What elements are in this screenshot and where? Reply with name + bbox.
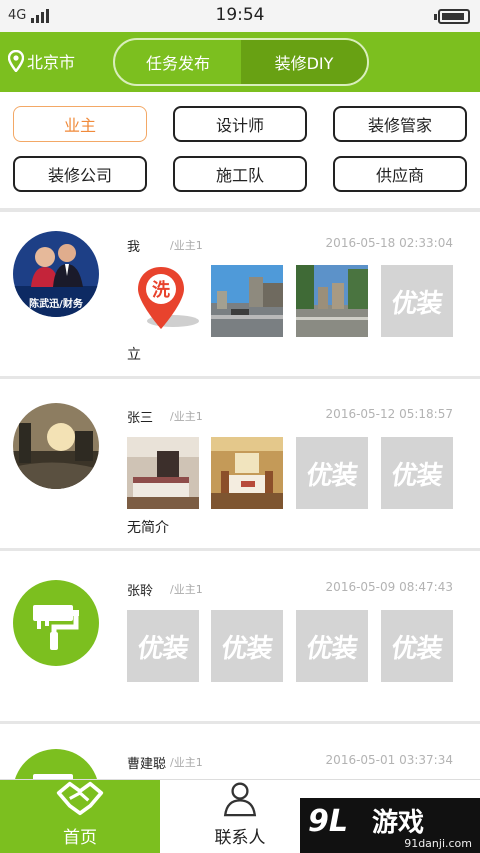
image-placeholder: 优装 [296, 610, 368, 682]
wash-location-image[interactable]: 洗 [127, 265, 199, 337]
image-placeholder: 优装 [127, 610, 199, 682]
post-author-name: 曹建聪 [127, 757, 167, 772]
feed-post[interactable]: 张聆 /业主1 2016-05-09 08:47:43 优装 优装 优装 优装 [0, 551, 480, 721]
post-author-role: /业主1 [170, 239, 203, 252]
paint-roller-icon [33, 774, 73, 779]
placeholder-logo: 优装 [389, 633, 444, 664]
post-photo[interactable] [211, 437, 283, 509]
tab-task-publish[interactable]: 任务发布 [115, 40, 241, 84]
battery-icon [434, 9, 470, 24]
post-photo[interactable] [211, 265, 283, 337]
role-filter-grid: 业主 设计师 装修管家 装修公司 施工队 供应商 [0, 92, 480, 208]
post-timestamp: 2016-05-12 05:18:57 [325, 407, 453, 421]
post-author-name: 张三 [127, 411, 154, 426]
location-pin-icon [8, 50, 24, 72]
post-author-role: /业主1 [170, 756, 203, 769]
post-timestamp: 2016-05-09 08:47:43 [325, 580, 453, 594]
site-watermark: 9L 游戏 91danji.com [300, 798, 480, 853]
watermark-logo: 9L [308, 804, 348, 839]
post-author-name: 张聆 [127, 584, 154, 599]
feed-post[interactable]: 张三 /业主1 2016-05-12 05:18:57 优装 优装 无简介 [0, 379, 480, 548]
photo-suite-image [211, 437, 283, 509]
avatar[interactable] [13, 403, 99, 489]
nav-home-label: 首页 [63, 828, 97, 848]
person-icon [223, 782, 257, 817]
nav-contacts[interactable]: 联系人 [160, 780, 320, 853]
post-author-role: /业主1 [170, 583, 203, 596]
photo-street-image [211, 265, 283, 337]
placeholder-logo: 优装 [135, 633, 190, 664]
avatar-caption: 陈武迅/财务 [29, 297, 84, 310]
feed-post[interactable]: 陈武迅/财务 我 /业主1 2016-05-18 02:33:04 洗 优装 立 [0, 212, 480, 376]
photo-bedroom-image [127, 437, 199, 509]
feed-post[interactable]: 曹建聪 /业主1 2016-05-01 03:37:34 [0, 724, 480, 779]
image-placeholder: 优装 [381, 437, 453, 509]
avatar[interactable] [13, 749, 99, 779]
role-company-button[interactable]: 装修公司 [13, 156, 147, 192]
photo-boulevard-image [296, 265, 368, 337]
post-author-name: 我 [127, 240, 141, 255]
image-placeholder: 优装 [296, 437, 368, 509]
image-placeholder: 优装 [381, 265, 453, 337]
tab-decoration-diy[interactable]: 装修DIY [241, 40, 367, 84]
placeholder-logo: 优装 [219, 633, 274, 664]
image-placeholder: 优装 [381, 610, 453, 682]
avatar[interactable]: 陈武迅/财务 [13, 231, 99, 317]
nav-contacts-label: 联系人 [214, 828, 266, 848]
city-selector[interactable]: 北京市 [8, 49, 75, 73]
status-bar: 4G 19:54 [0, 0, 480, 32]
post-photo[interactable] [296, 265, 368, 337]
image-placeholder: 优装 [211, 610, 283, 682]
city-label: 北京市 [27, 53, 76, 72]
paint-roller-icon [33, 605, 79, 650]
mode-segmented-control: 任务发布 装修DIY [113, 38, 369, 86]
clock: 19:54 [215, 5, 265, 25]
watermark-url: 91danji.com [404, 837, 472, 850]
wash-label: 洗 [152, 279, 170, 301]
post-description: 立 [127, 347, 141, 363]
watermark-title: 游戏 [372, 808, 425, 838]
placeholder-logo: 优装 [389, 460, 444, 491]
placeholder-logo: 优装 [304, 633, 359, 664]
handshake-icon [56, 781, 104, 816]
post-author-role: /业主1 [170, 410, 203, 423]
post-photo[interactable] [127, 437, 199, 509]
avatar-image [13, 403, 99, 489]
top-header: 北京市 任务发布 装修DIY [0, 32, 480, 92]
avatar[interactable] [13, 580, 99, 666]
placeholder-logo: 优装 [304, 460, 359, 491]
role-designer-button[interactable]: 设计师 [173, 106, 307, 142]
role-crew-button[interactable]: 施工队 [173, 156, 307, 192]
role-supplier-button[interactable]: 供应商 [333, 156, 467, 192]
role-owner-button[interactable]: 业主 [13, 106, 147, 142]
wash-pin-icon: 洗 [127, 265, 199, 337]
avatar-image: 陈武迅/财务 [13, 231, 99, 317]
placeholder-logo: 优装 [389, 288, 444, 319]
post-timestamp: 2016-05-01 03:37:34 [325, 753, 453, 767]
role-butler-button[interactable]: 装修管家 [333, 106, 467, 142]
nav-home[interactable]: 首页 [0, 780, 160, 853]
post-timestamp: 2016-05-18 02:33:04 [325, 236, 453, 250]
post-description: 无简介 [127, 520, 169, 536]
